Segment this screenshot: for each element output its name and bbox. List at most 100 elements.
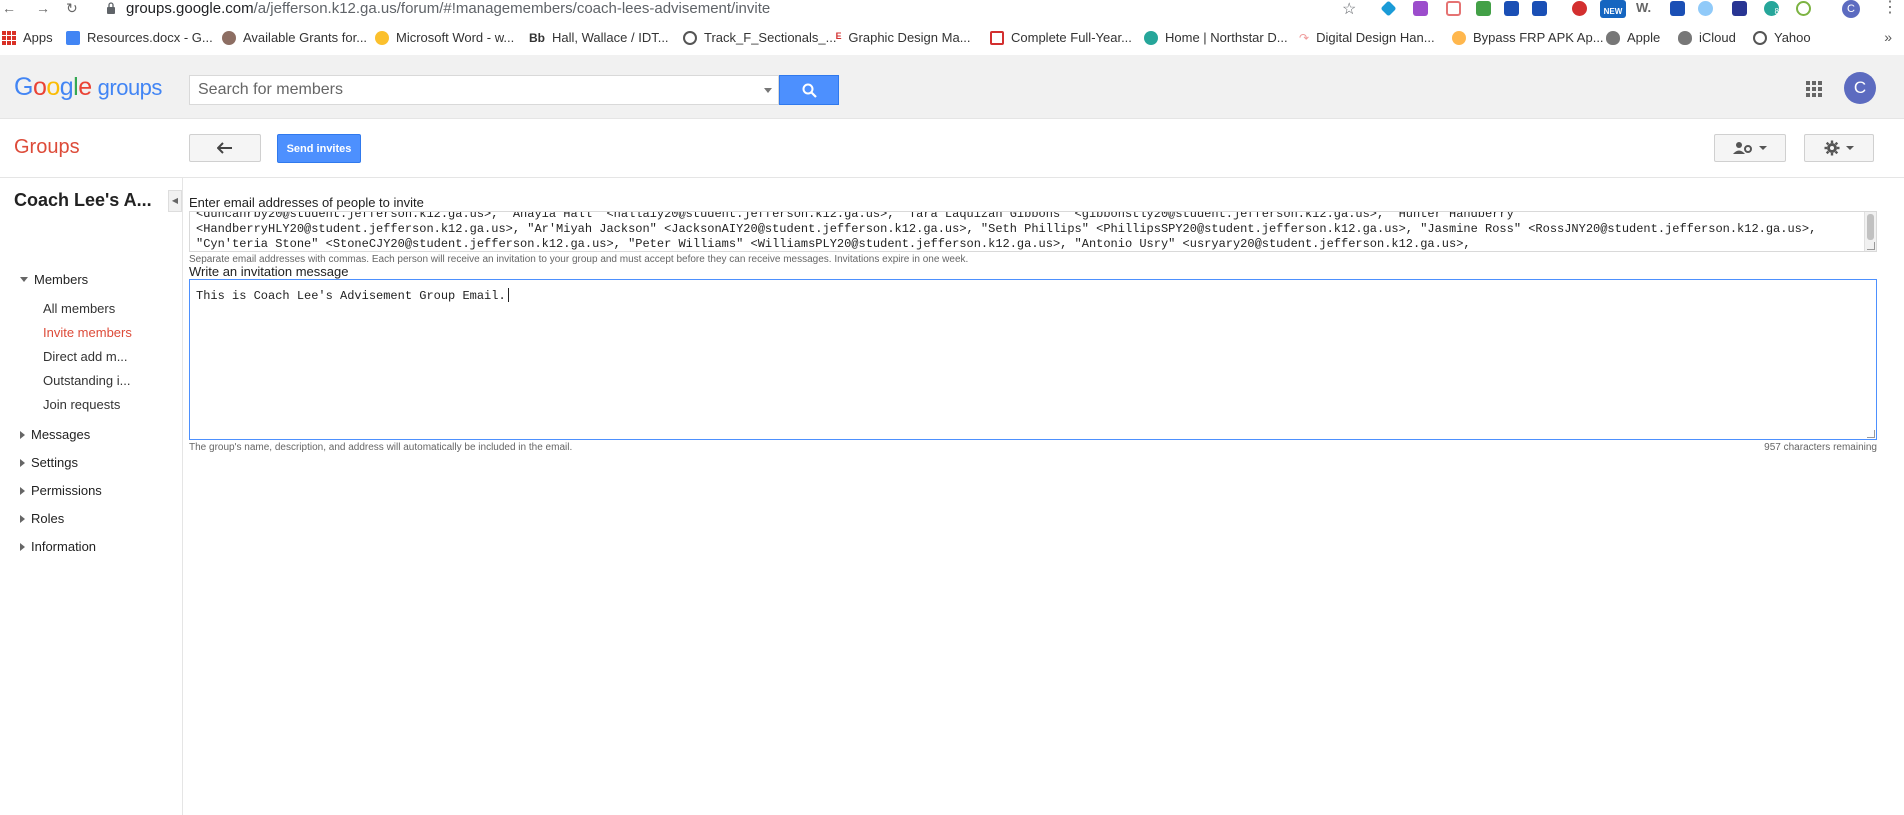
nav-section-label: Permissions [31, 483, 102, 498]
url-field[interactable]: groups.google.com/a/jefferson.k12.ga.us/… [126, 0, 770, 17]
bookmark-digital-design[interactable]: ↷ Digital Design Han... [1299, 30, 1435, 45]
apps-grid-icon [2, 30, 16, 45]
groups-header: Googlegroups C [0, 55, 1904, 119]
extension-cloud-icon[interactable] [1698, 1, 1713, 16]
bookmark-label: Apple [1627, 30, 1661, 45]
scrollbar-thumb[interactable] [1867, 214, 1874, 240]
send-invites-button[interactable]: Send invites [277, 134, 361, 163]
extension-w-icon[interactable]: W. [1636, 1, 1651, 16]
extension-green-icon[interactable] [1476, 1, 1491, 16]
bookmarks-overflow-icon[interactable]: » [1884, 29, 1892, 45]
bookmark-label: Apps [23, 30, 53, 45]
browser-menu-icon[interactable]: ⋮ [1882, 0, 1898, 16]
nav-join-requests[interactable]: Join requests [43, 397, 120, 412]
nav-information[interactable]: Information [20, 539, 96, 554]
nav-messages[interactable]: Messages [20, 427, 90, 442]
extension-new-icon[interactable]: NEW [1600, 0, 1626, 18]
resize-handle-icon[interactable] [1867, 430, 1875, 438]
bookmark-northstar[interactable]: Home | Northstar D... [1144, 30, 1288, 45]
back-arrow-icon[interactable]: ← [2, 0, 16, 16]
bookmark-label: Available Grants for... [243, 30, 368, 45]
search-button[interactable] [779, 75, 839, 105]
bookmark-label: Bypass FRP APK Ap... [1473, 30, 1604, 45]
globe-icon [1753, 30, 1767, 45]
emails-line-3: "Cyn'teria Stone" <StoneCJY20@student.je… [196, 237, 1471, 251]
back-arrow-icon [217, 142, 232, 154]
nav-all-members[interactable]: All members [43, 301, 115, 316]
emails-line-1: <duncanrby20@student.jefferson.k12.ga.us… [196, 211, 1522, 221]
collapsed-triangle-icon [20, 430, 25, 439]
member-actions-button[interactable] [1714, 134, 1786, 162]
chevron-down-icon [1759, 146, 1767, 150]
search-input[interactable] [190, 76, 750, 104]
search-icon [802, 83, 817, 98]
bookmark-grants[interactable]: Available Grants for... [222, 30, 367, 45]
email-addresses-field[interactable]: <duncanrby20@student.jefferson.k12.ga.us… [189, 211, 1877, 252]
extension-monitor-icon[interactable] [1732, 1, 1747, 16]
google-groups-logo[interactable]: Google groups [14, 73, 162, 102]
left-sidebar: Coach Lee's A... ◀ Members All members I… [0, 178, 183, 815]
action-toolbar: Groups Send invites [0, 120, 1904, 178]
search-options-caret-icon[interactable] [764, 88, 772, 93]
bookmark-label: Complete Full-Year... [1011, 30, 1132, 45]
globe-icon [683, 30, 697, 45]
groups-title[interactable]: Groups [14, 136, 80, 159]
group-name[interactable]: Coach Lee's A... [14, 190, 152, 211]
reload-icon[interactable]: ↻ [66, 0, 78, 16]
invitation-message-field[interactable]: This is Coach Lee's Advisement Group Ema… [189, 279, 1877, 440]
nav-section-label: Information [31, 539, 97, 554]
bookmark-label: Resources.docx - G... [87, 30, 213, 45]
nav-section-label: Roles [31, 511, 65, 526]
bookmark-yahoo[interactable]: Yahoo [1753, 30, 1811, 45]
person-gear-icon [1733, 142, 1752, 154]
bookmark-graphic-design[interactable]: ᴱ Graphic Design Ma... [836, 30, 971, 45]
bookmark-bypass[interactable]: Bypass FRP APK Ap... [1452, 30, 1604, 45]
nav-roles[interactable]: Roles [20, 511, 64, 526]
bookmark-apple[interactable]: Apple [1606, 30, 1660, 45]
extension-badge-icon[interactable]: 8 [1764, 1, 1779, 16]
extension-power-icon[interactable] [1572, 1, 1587, 16]
emails-line-2: <HandberryHLY20@student.jefferson.k12.ga… [196, 222, 1817, 236]
forward-arrow-icon[interactable]: → [36, 0, 50, 16]
bookmark-label: Digital Design Han... [1316, 30, 1435, 45]
extension-book-icon[interactable] [1504, 1, 1519, 16]
collapse-sidebar-icon[interactable]: ◀ [168, 190, 182, 212]
collapsed-triangle-icon [20, 486, 25, 495]
bookmark-icloud[interactable]: iCloud [1678, 30, 1736, 45]
bookmark-word[interactable]: Microsoft Word - w... [375, 30, 514, 45]
back-button[interactable] [189, 134, 261, 162]
resize-handle-icon[interactable] [1867, 242, 1875, 250]
lock-icon [107, 2, 115, 14]
nav-settings[interactable]: Settings [20, 455, 78, 470]
extension-diamond-icon[interactable] [1380, 0, 1397, 17]
extension-q-icon[interactable] [1796, 1, 1811, 16]
settings-button[interactable] [1804, 134, 1874, 162]
url-path: /a/jefferson.k12.ga.us/forum/#!managemem… [253, 0, 771, 17]
bookmark-apps[interactable]: Apps [2, 30, 53, 45]
bookmark-star-icon[interactable]: ☆ [1342, 0, 1356, 19]
nav-outstanding-invites[interactable]: Outstanding i... [43, 373, 130, 388]
extension-share-icon[interactable] [1446, 1, 1461, 16]
s-icon [990, 30, 1004, 45]
bookmark-label: Graphic Design Ma... [848, 30, 971, 45]
bookmark-resources[interactable]: Resources.docx - G... [66, 30, 213, 45]
google-apps-icon[interactable] [1806, 81, 1822, 97]
docs-icon [66, 30, 80, 45]
chars-remaining: 957 characters remaining [1764, 442, 1877, 453]
message-hint: The group's name, description, and addre… [189, 442, 573, 453]
bookmark-track[interactable]: Track_F_Sectionals_... [683, 30, 836, 45]
extension-shield-icon[interactable] [1670, 1, 1685, 16]
extension-book2-icon[interactable] [1532, 1, 1547, 16]
extension-puzzle-icon[interactable] [1413, 1, 1428, 16]
account-avatar[interactable]: C [1844, 72, 1876, 104]
bookmark-complete[interactable]: Complete Full-Year... [990, 30, 1132, 45]
nav-members-label: Members [34, 272, 89, 287]
nav-permissions[interactable]: Permissions [20, 483, 102, 498]
nav-invite-members[interactable]: Invite members [43, 325, 132, 340]
message-value: This is Coach Lee's Advisement Group Ema… [196, 289, 506, 303]
nav-members[interactable]: Members [20, 272, 88, 287]
nav-direct-add[interactable]: Direct add m... [43, 349, 128, 364]
browser-profile-avatar[interactable]: C [1842, 0, 1860, 18]
bookmarks-bar: Apps Resources.docx - G... Available Gra… [0, 26, 1904, 54]
bookmark-blackboard[interactable]: Bb Hall, Wallace / IDT... [529, 30, 669, 45]
